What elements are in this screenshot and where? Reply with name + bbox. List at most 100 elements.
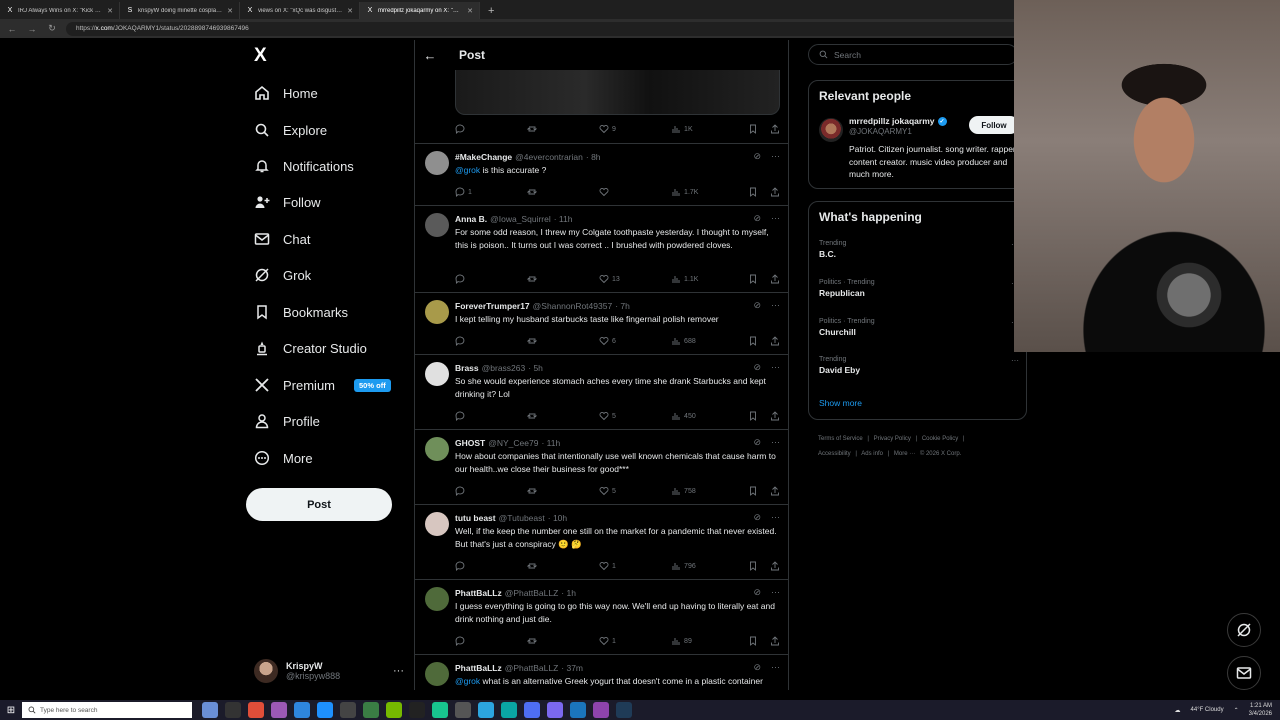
post-button[interactable]: Post (246, 488, 392, 521)
x-logo-icon[interactable]: X (254, 46, 274, 66)
grok-icon[interactable]: ⊘ (753, 300, 761, 311)
views-button[interactable]: 688 (671, 336, 748, 346)
more-horizontal-icon[interactable]: ··· (1011, 356, 1019, 365)
browser-tab[interactable]: X IRJ Always Wins on X: "Kick Stream ✕ (0, 2, 120, 19)
share-icon[interactable] (770, 636, 780, 646)
close-tab-icon[interactable]: ✕ (347, 7, 353, 15)
close-tab-icon[interactable]: ✕ (467, 7, 473, 15)
reply-post[interactable]: #MakeChange @4evercontrarian · 8h ⊘ ··· @grok… (415, 144, 788, 206)
reply-button[interactable] (455, 124, 527, 134)
taskbar-app-icon[interactable] (317, 702, 333, 718)
back-arrow-icon[interactable]: ← (6, 24, 18, 34)
trend-item[interactable]: Politics · Trending Republican ··· (819, 279, 1019, 298)
system-clock[interactable]: 1:21 AM 3/4/2026 (1249, 702, 1272, 718)
taskbar-app-icon[interactable] (616, 702, 632, 718)
reply-timestamp[interactable]: · 8h (586, 152, 601, 162)
taskbar-app-icon[interactable] (386, 702, 402, 718)
reply-button[interactable] (455, 411, 527, 421)
avatar[interactable] (425, 151, 449, 175)
grok-icon[interactable]: ⊘ (753, 213, 761, 224)
taskbar-app-icon[interactable] (524, 702, 540, 718)
views-button[interactable]: 450 (671, 411, 748, 421)
nav-item-bookmarks[interactable]: Bookmarks (254, 301, 348, 323)
reply-post[interactable]: ForeverTrumper17 @ShannonRot49357 · 7h ⊘ ···… (415, 293, 788, 355)
taskbar-app-icon[interactable] (294, 702, 310, 718)
reply-author-name[interactable]: GHOST (455, 438, 485, 448)
reply-author-handle[interactable]: @Tutubeast (499, 513, 545, 523)
views-button[interactable]: 796 (671, 561, 748, 571)
messages-floating-button[interactable] (1227, 656, 1261, 690)
reply-author-handle[interactable]: @PhattBaLLZ (505, 663, 559, 673)
like-button[interactable]: 1 (599, 561, 671, 571)
grok-icon[interactable]: ⊘ (753, 151, 761, 162)
taskbar-app-icon[interactable] (570, 702, 586, 718)
avatar[interactable] (425, 662, 449, 686)
views-button[interactable]: 758 (671, 486, 748, 496)
reply-author-handle[interactable]: @ShannonRot49357 (533, 301, 613, 311)
bookmark-icon[interactable] (748, 486, 758, 496)
repost-button[interactable] (527, 124, 599, 134)
reply-post[interactable]: Anna B. @Iowa_Squirrel · 11h ⊘ ··· For some o… (415, 206, 788, 293)
bookmark-icon[interactable] (748, 336, 758, 346)
more-horizontal-icon[interactable]: ··· (393, 665, 404, 677)
more-horizontal-icon[interactable]: ··· (771, 437, 780, 448)
forward-arrow-icon[interactable]: → (26, 24, 38, 34)
bookmark-icon[interactable] (748, 561, 758, 571)
repost-button[interactable] (527, 187, 599, 197)
trend-item[interactable]: Trending David Eby ··· (819, 356, 1019, 375)
taskbar-app-icon[interactable] (455, 702, 471, 718)
taskbar-app-icon[interactable] (478, 702, 494, 718)
nav-item-grok[interactable]: Grok (254, 264, 311, 286)
reply-post[interactable]: tutu beast @Tutubeast · 10h ⊘ ··· Well, if th… (415, 505, 788, 580)
nav-item-more[interactable]: More (254, 447, 313, 469)
reply-author-handle[interactable]: @Iowa_Squirrel (490, 214, 551, 224)
taskbar-app-icon[interactable] (547, 702, 563, 718)
like-button[interactable]: 9 (599, 124, 671, 134)
reply-author-name[interactable]: PhattBaLLz (455, 588, 502, 598)
reply-timestamp[interactable]: · 1h (561, 588, 576, 598)
repost-button[interactable] (527, 561, 599, 571)
back-arrow-icon[interactable]: ← (415, 48, 445, 63)
more-horizontal-icon[interactable]: ··· (771, 300, 780, 311)
views-button[interactable]: 1.1K (671, 274, 748, 284)
reload-icon[interactable]: ↻ (46, 23, 58, 34)
share-icon[interactable] (770, 411, 780, 421)
nav-item-explore[interactable]: Explore (254, 119, 327, 141)
avatar[interactable] (425, 512, 449, 536)
like-button[interactable] (599, 187, 671, 197)
taskbar-app-icon[interactable] (225, 702, 241, 718)
reply-button[interactable] (455, 336, 527, 346)
reply-post[interactable]: PhattBaLLz @PhattBaLLZ · 1h ⊘ ··· I guess eve… (415, 580, 788, 655)
reply-timestamp[interactable]: · 5h (528, 363, 543, 373)
more-horizontal-icon[interactable]: ··· (771, 512, 780, 523)
reply-author-handle[interactable]: @brass263 (482, 363, 526, 373)
reply-post[interactable]: PhattBaLLz @PhattBaLLZ · 37m ⊘ ··· @grok what… (415, 655, 788, 690)
like-button[interactable]: 5 (599, 486, 671, 496)
share-icon[interactable] (770, 336, 780, 346)
more-horizontal-icon[interactable]: ··· (771, 362, 780, 373)
repost-button[interactable] (527, 636, 599, 646)
reply-timestamp[interactable]: · 11h (554, 214, 573, 224)
nav-item-follow[interactable]: Follow (254, 191, 321, 213)
nav-item-premium[interactable]: Premium 50% off (254, 374, 391, 396)
avatar[interactable] (425, 213, 449, 237)
grok-floating-button[interactable] (1227, 613, 1261, 647)
footer-link[interactable]: Accessibility (818, 451, 851, 457)
taskbar-app-icon[interactable] (432, 702, 448, 718)
new-tab-button[interactable]: + (480, 2, 502, 19)
bookmark-icon[interactable] (748, 636, 758, 646)
repost-button[interactable] (527, 274, 599, 284)
reply-author-name[interactable]: Anna B. (455, 214, 487, 224)
share-icon[interactable] (770, 274, 780, 284)
weather-text[interactable]: 44°F Cloudy (1191, 707, 1224, 713)
reply-button[interactable] (455, 561, 527, 571)
taskbar-app-icon[interactable] (271, 702, 287, 718)
taskbar-app-icon[interactable] (248, 702, 264, 718)
avatar[interactable] (425, 362, 449, 386)
avatar[interactable] (425, 437, 449, 461)
reply-button[interactable] (455, 274, 527, 284)
reply-author-name[interactable]: tutu beast (455, 513, 496, 523)
more-horizontal-icon[interactable]: ··· (771, 213, 780, 224)
browser-tab[interactable]: S krispyW doing minette cosplay - e ✕ (120, 2, 240, 19)
reply-author-name[interactable]: PhattBaLLz (455, 663, 502, 673)
